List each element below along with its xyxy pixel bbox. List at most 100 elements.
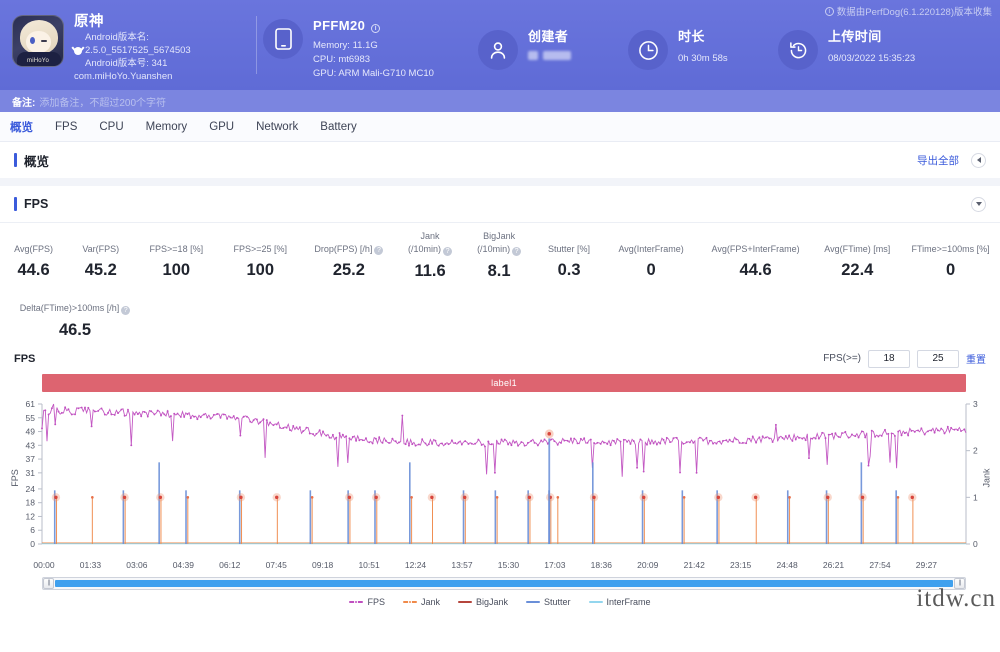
- metric-fps-25: FPS>=25 [%] 100: [218, 231, 302, 281]
- chart-title: FPS: [14, 352, 36, 365]
- legend-item-fps[interactable]: FPS: [349, 597, 385, 607]
- note-label: 备注:: [12, 97, 36, 109]
- fps-chart-panel: FPS FPS(>=) 18 25 重置 label1 FPS Jank 61 5…: [0, 344, 1000, 612]
- x-tick-label: 00:00: [33, 559, 55, 570]
- collapse-overview-button[interactable]: [971, 152, 986, 168]
- scene-label-text: label1: [491, 377, 517, 388]
- help-icon[interactable]: ?: [121, 305, 131, 315]
- legend-label: Stutter: [544, 596, 571, 607]
- help-icon[interactable]: ?: [443, 246, 453, 256]
- metric-label: FTime>=100ms [%]: [911, 243, 990, 254]
- fps-threshold-label: FPS(>=): [823, 353, 861, 364]
- metric-label: FPS>=18 [%]: [149, 243, 204, 254]
- help-icon[interactable]: ?: [512, 246, 522, 256]
- metric-stutter: Stutter [%] 0.3: [534, 231, 605, 281]
- device-gpu: GPU: ARM Mali-G710 MC10: [313, 67, 434, 79]
- x-tick-label: 01:33: [79, 559, 102, 570]
- scrollbar-handle-right[interactable]: |||: [954, 577, 965, 589]
- overview-section-header: 概览 导出全部: [0, 142, 1000, 178]
- main-tabs: 概览 FPS CPU Memory GPU Network Battery: [0, 112, 1000, 142]
- metric-value: 45.2: [84, 261, 117, 279]
- fps-plot-area[interactable]: FPS Jank 61 55 49 43 37 31 24 18 12 6 0 3 2 1 0: [0, 398, 1000, 558]
- note-bar[interactable]: 备注: 添加备注，不超过200个字符: [0, 90, 1000, 112]
- metric-drop-fps-h: Drop(FPS) [/h]? 25.2: [302, 231, 395, 281]
- upload-time-block: 上传时间 08/03/2022 15:35:23: [778, 20, 1000, 70]
- reset-button[interactable]: 重置: [966, 351, 986, 366]
- metrics-row-secondary: Delta(FTime)>100ms [/h]? 46.5: [0, 291, 1000, 340]
- metric-value: 100: [246, 261, 275, 279]
- fps-threshold-2-input[interactable]: 25: [917, 349, 959, 368]
- fps-threshold-controls: FPS(>=) 18 25 重置: [823, 349, 986, 368]
- overview-title: 概览: [24, 154, 50, 169]
- fps-chart-svg[interactable]: 61 55 49 43 37 31 24 18 12 6 0 3 2 1 0: [0, 398, 1000, 558]
- legend-item-interframe[interactable]: InterFrame: [588, 597, 651, 607]
- tab-GPU[interactable]: GPU: [209, 121, 234, 133]
- x-tick-label: 10:51: [358, 559, 380, 570]
- x-tick-label: 07:45: [265, 559, 287, 570]
- x-tick-label: 17:03: [544, 559, 566, 570]
- tab-Memory[interactable]: Memory: [146, 121, 188, 133]
- x-tick-label: 27:54: [869, 559, 891, 570]
- legend-label: Jank: [420, 596, 440, 607]
- y2-tick-label: 2: [973, 445, 978, 455]
- tab-Network[interactable]: Network: [256, 121, 298, 133]
- y-tick-label: 18: [26, 497, 36, 507]
- metric-value: 11.6: [414, 261, 446, 280]
- x-tick-label: 03:06: [126, 559, 148, 570]
- tab-CPU[interactable]: CPU: [99, 121, 123, 133]
- data-source-text: 数据由PerfDog(6.1.220128)版本收集: [836, 7, 992, 18]
- y-tick-label: 55: [26, 412, 36, 422]
- metric-label: Var(FPS): [82, 243, 120, 254]
- metric-value: 0.3: [557, 261, 581, 279]
- info-icon: i: [824, 6, 834, 16]
- device-info-icon[interactable]: i: [371, 24, 381, 34]
- data-source-note: i 数据由PerfDog(6.1.220128)版本收集: [824, 4, 992, 18]
- scrollbar-track[interactable]: [55, 579, 953, 587]
- y-tick-label: 24: [26, 483, 36, 493]
- fps-metrics: Avg(FPS) 44.6 Var(FPS) 45.2 FPS>=18 [%] 100 FP…: [0, 223, 1000, 344]
- metric-label: Delta(FTime)>100ms [/h]?: [0, 291, 150, 315]
- legend-item-stutter[interactable]: Stutter: [526, 597, 571, 607]
- header-divider: [256, 16, 257, 74]
- x-tick-label: 23:15: [730, 559, 752, 570]
- x-tick-label: 29:27: [915, 559, 938, 570]
- legend-swatch: [402, 599, 417, 604]
- note-placeholder[interactable]: 添加备注，不超过200个字符: [35, 94, 166, 109]
- y-tick-label: 61: [26, 399, 36, 409]
- x-tick-label: 09:18: [312, 559, 334, 570]
- metric-label: BigJank (/10min)?: [465, 231, 534, 256]
- export-all-link[interactable]: 导出全部: [917, 153, 959, 168]
- creator-name-masked: [528, 50, 571, 60]
- scene-label-bar[interactable]: label1: [42, 373, 966, 392]
- tab-FPS[interactable]: FPS: [55, 121, 77, 133]
- legend-swatch: [457, 600, 472, 603]
- user-icon: [478, 30, 518, 70]
- duration-title: 时长: [678, 29, 705, 44]
- metric-label: Drop(FPS) [/h]?: [302, 231, 395, 255]
- upload-title: 上传时间: [828, 29, 882, 44]
- fps-section-header: FPS: [0, 186, 1000, 222]
- legend-item-bigjank[interactable]: BigJank: [457, 597, 508, 607]
- android-version-name-label: Android版本名:: [85, 32, 149, 44]
- metric-value: 46.5: [58, 320, 92, 339]
- section-accent-bar: [14, 197, 17, 211]
- metric-avg-interframe: Avg(InterFrame) 0: [604, 231, 697, 281]
- fps-threshold-1-input[interactable]: 18: [868, 349, 910, 368]
- tab-概览[interactable]: 概览: [10, 119, 33, 135]
- tab-Battery[interactable]: Battery: [320, 121, 356, 133]
- y-tick-label: 43: [26, 440, 36, 450]
- upload-value: 08/03/2022 15:35:23: [828, 52, 916, 64]
- legend-item-jank[interactable]: Jank: [402, 596, 440, 607]
- metric-jank-10min: Jank (/10min)? 11.6: [396, 231, 465, 281]
- x-tick-label: 13:57: [451, 559, 473, 570]
- legend-swatch: [526, 600, 541, 603]
- app-name: 原神: [74, 13, 104, 30]
- metric-var-fps: Var(FPS) 45.2: [67, 231, 134, 281]
- chart-range-scrollbar[interactable]: ||| |||: [42, 576, 966, 590]
- y-tick-label: 37: [26, 454, 36, 464]
- scrollbar-handle-left[interactable]: |||: [43, 577, 54, 589]
- help-icon[interactable]: ?: [374, 246, 384, 255]
- collapse-fps-button[interactable]: [971, 196, 986, 212]
- y-tick-label: 12: [26, 511, 36, 521]
- y-tick-label: 0: [30, 539, 35, 549]
